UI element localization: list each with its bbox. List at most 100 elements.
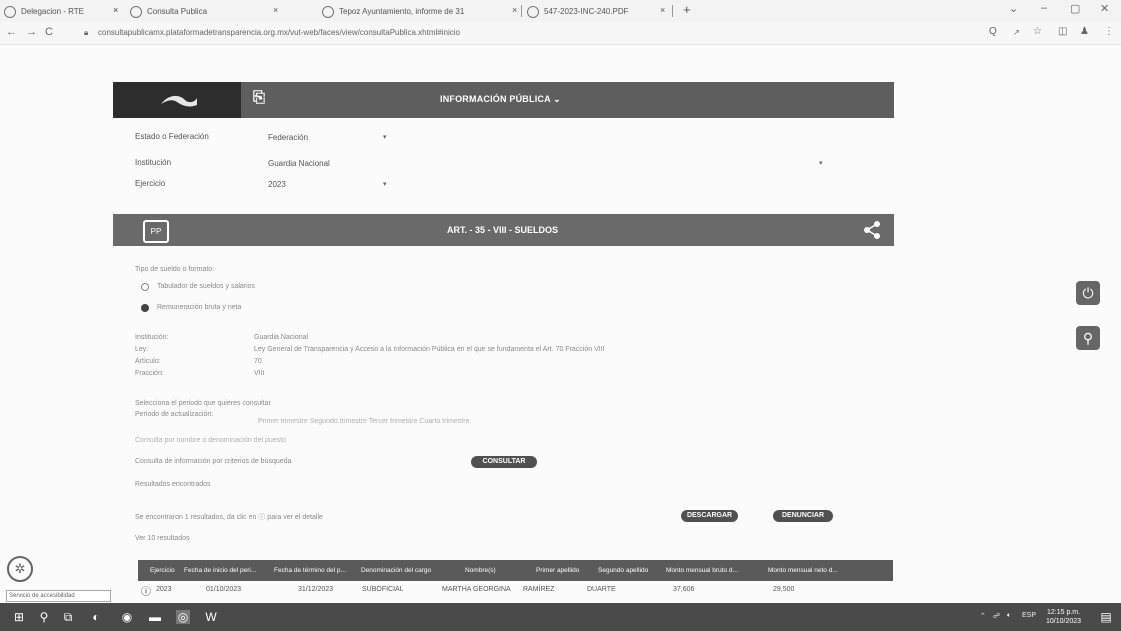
table-cell: 01/10/2023: [206, 586, 242, 593]
tab-title: Tepoz Ayuntamiento, informe de 31: [339, 7, 465, 16]
file-explorer-icon[interactable]: ▬: [148, 610, 162, 624]
url-field[interactable]: consultapublicamx.plataformadetransparen…: [98, 28, 460, 37]
close-tab-icon[interactable]: ×: [273, 5, 278, 15]
search-icon[interactable]: ⚲: [37, 610, 51, 624]
tab-title: Delegacion - RTE: [21, 7, 84, 16]
windows-start-icon[interactable]: ⊞: [12, 610, 26, 624]
tab-separator: [521, 5, 522, 17]
minimize-icon[interactable]: –: [1041, 2, 1047, 14]
profile-icon[interactable]: ♟: [1080, 26, 1089, 37]
zoom-icon[interactable]: Q: [989, 26, 997, 37]
tab-separator: [672, 5, 673, 17]
column-header[interactable]: Denominación del cargo: [361, 567, 431, 574]
address-bar-row: ← → C 🔒︎ consultapublicamx.plataformadet…: [0, 22, 1121, 45]
favicon-icon: [322, 5, 334, 18]
estado-select[interactable]: Federación: [268, 133, 308, 142]
close-window-icon[interactable]: ✕: [1100, 2, 1109, 15]
favicon-icon: [527, 5, 539, 18]
section-header: PP ART. - 35 - VIII - SUELDOS: [113, 214, 894, 246]
radio-tabulador-label[interactable]: Tabulador de sueldos y salarios: [157, 283, 255, 290]
share-page-icon[interactable]: ↗: [1013, 28, 1020, 37]
close-tab-icon[interactable]: ×: [113, 5, 118, 15]
info-institucion-value: Guardia Nacional: [254, 334, 309, 341]
table-cell: MARTHA GEORGINA: [442, 586, 511, 593]
share-icon[interactable]: [862, 220, 882, 240]
favicon-icon: [4, 5, 16, 18]
browser-tab-1[interactable]: Delegacion - RTE: [4, 3, 114, 20]
section-title: ART. - 35 - VIII - SUELDOS: [447, 225, 559, 235]
info-institucion-label: Institución:: [135, 334, 169, 341]
radio-remuneracion-label[interactable]: Remuneración bruta y neta: [157, 304, 241, 311]
language-indicator[interactable]: ESP: [1022, 612, 1036, 619]
info-detail-icon[interactable]: ⓘ: [141, 583, 151, 598]
clock-time: 12:15 p.m.: [1046, 609, 1081, 616]
table-cell: 2023: [156, 586, 172, 593]
chevron-down-icon[interactable]: ⌄: [1009, 2, 1018, 15]
column-header[interactable]: Fecha de inicio del peri...: [184, 567, 256, 574]
forward-icon[interactable]: →: [26, 26, 37, 38]
sidebar-icon[interactable]: ◫: [1058, 26, 1067, 37]
results-label: Resultados encontrados: [135, 481, 211, 488]
radio-remuneracion[interactable]: [141, 304, 149, 312]
close-tab-icon[interactable]: ×: [512, 5, 517, 15]
task-view-icon[interactable]: ⧉: [61, 610, 75, 624]
table-cell: SUBOFICIAL: [362, 586, 404, 593]
column-header[interactable]: Segundo apellido: [598, 567, 648, 574]
new-tab-icon[interactable]: +: [683, 2, 691, 17]
column-header[interactable]: Primer apellido: [536, 567, 579, 574]
chevron-down-icon[interactable]: ▾: [819, 159, 823, 167]
back-icon[interactable]: ←: [6, 26, 17, 38]
lock-icon[interactable]: 🔒︎: [84, 28, 88, 38]
search-criteria-label: Consulta de información por criterios de…: [135, 458, 292, 465]
info-fraccion-label: Fracción:: [135, 370, 164, 377]
close-tab-icon[interactable]: ×: [660, 5, 665, 15]
info-ley-value: Ley General de Transparencia y Acceso a …: [254, 346, 605, 353]
menu-dots-icon[interactable]: ⋮: [1104, 26, 1114, 37]
denunciar-button[interactable]: DENUNCIAR: [773, 510, 833, 522]
consultar-button[interactable]: CONSULTAR: [471, 456, 537, 468]
bookmark-star-icon[interactable]: ☆: [1033, 26, 1042, 37]
column-header[interactable]: Fecha de término del p...: [274, 567, 346, 574]
institucion-select[interactable]: Guardia Nacional: [268, 159, 330, 168]
system-clock[interactable]: 12:15 p.m. 10/10/2023: [1046, 608, 1081, 626]
active-app-icon[interactable]: ◎: [176, 610, 190, 624]
column-header[interactable]: Ejercicio: [150, 567, 175, 574]
records-found-label: Se encontraron 1 resultados, da clic en …: [135, 514, 323, 521]
periodo-options[interactable]: Primer trimestre Segundo trimestre Terce…: [258, 418, 469, 425]
browser-tab-3[interactable]: Tepoz Ayuntamiento, informe de 31: [322, 3, 504, 20]
browser-tab-4[interactable]: 547-2023-INC-240.PDF: [527, 3, 659, 20]
word-icon[interactable]: W: [204, 610, 218, 624]
column-header[interactable]: Monto mensual bruto d...: [666, 567, 738, 574]
site-logo[interactable]: [113, 82, 241, 118]
maximize-icon[interactable]: ▢: [1070, 2, 1080, 15]
accessibility-tooltip: Servicio de accesibilidad: [6, 590, 111, 602]
notifications-icon[interactable]: ▤: [1099, 610, 1113, 624]
table-cell: DUARTE: [587, 586, 616, 593]
public-info-menu[interactable]: INFORMACIÓN PÚBLICA ⌄: [440, 94, 561, 105]
site-header: ⎘ INFORMACIÓN PÚBLICA ⌄: [113, 82, 894, 118]
radio-tabulador[interactable]: [141, 283, 149, 291]
info-articulo-label: Artículo:: [135, 358, 161, 365]
reload-icon[interactable]: C: [45, 26, 53, 38]
zoom-search-icon[interactable]: ⚲: [1076, 326, 1100, 350]
column-header[interactable]: Monto mensual neto d...: [768, 567, 838, 574]
edge-icon[interactable]: ◐: [89, 610, 103, 624]
browser-tab-2[interactable]: Consulta Publica: [130, 3, 248, 20]
chevron-down-icon[interactable]: ▾: [383, 180, 387, 188]
network-icon[interactable]: ☍: [993, 612, 1000, 620]
volume-icon[interactable]: 🔈︎: [1007, 612, 1011, 620]
document-icon[interactable]: ⎘: [253, 89, 273, 109]
estado-label: Estado o Federación: [135, 132, 209, 141]
periodo-sub-label: Periodo de actualización:: [135, 411, 214, 418]
chrome-icon[interactable]: ◉: [120, 610, 134, 624]
ejercicio-select[interactable]: 2023: [268, 180, 286, 189]
column-header[interactable]: Nombre(s): [465, 567, 496, 574]
tab-title: 547-2023-INC-240.PDF: [544, 7, 629, 16]
logo-icon: [161, 95, 197, 107]
accessibility-icon[interactable]: ✲: [7, 556, 33, 582]
power-icon[interactable]: ⏻: [1076, 281, 1100, 305]
descargar-button[interactable]: DESCARGAR: [681, 510, 738, 522]
tray-chevron-icon[interactable]: ⌃: [980, 612, 986, 620]
page-size-label[interactable]: Ver 10 resultados: [135, 535, 189, 542]
chevron-down-icon[interactable]: ▾: [383, 133, 387, 141]
